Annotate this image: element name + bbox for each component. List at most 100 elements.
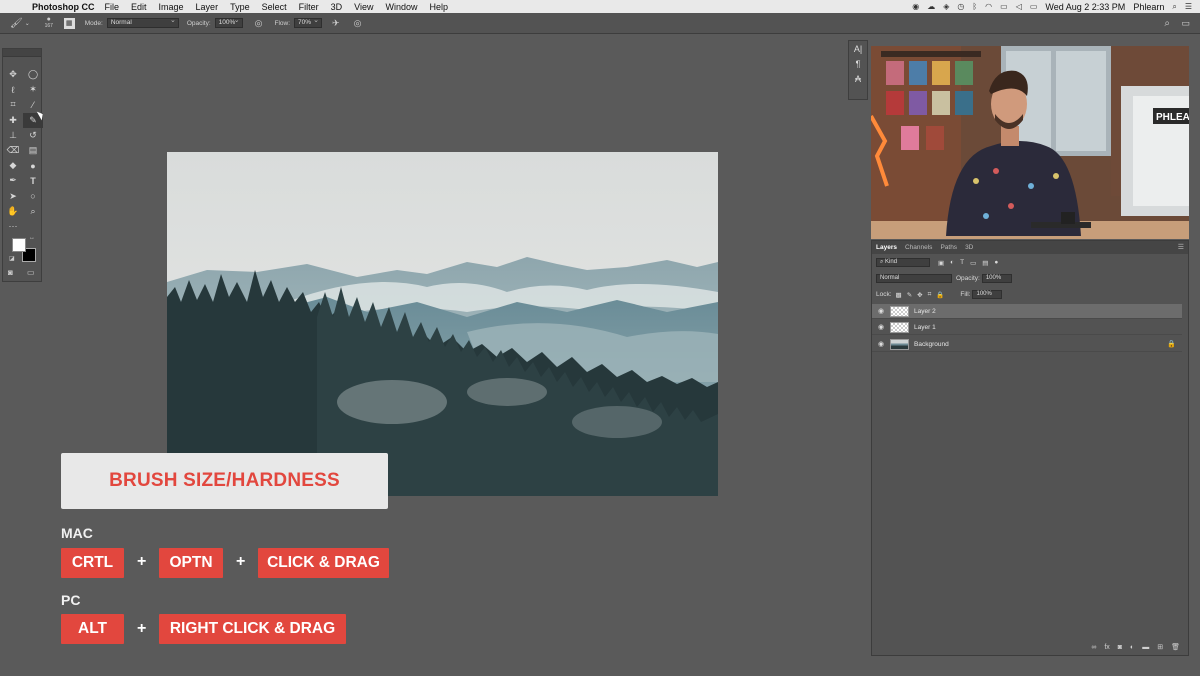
gradient-tool-icon[interactable]: ▤ [23, 143, 43, 158]
history-brush-tool-icon[interactable]: ↺ [23, 128, 43, 143]
move-tool-icon[interactable]: ✥ [3, 67, 23, 82]
tab-layers[interactable]: Layers [872, 244, 901, 251]
crop-tool-icon[interactable]: ⌗ [3, 97, 23, 112]
fill-field[interactable]: 100% [972, 290, 1003, 299]
tab-paths[interactable]: Paths [936, 244, 961, 251]
type-tool-icon[interactable]: T [23, 173, 43, 188]
menu-type[interactable]: Type [230, 2, 250, 12]
screen-mode-icon[interactable]: ▭ [27, 268, 35, 277]
menu-filter[interactable]: Filter [299, 2, 319, 12]
menu-file[interactable]: File [105, 2, 120, 12]
lock-image-icon[interactable]: ✎ [907, 291, 912, 299]
delete-layer-icon[interactable]: 🗑 [1171, 643, 1180, 651]
filter-pixel-icon[interactable]: ▣ [938, 259, 944, 267]
menu-help[interactable]: Help [429, 2, 448, 12]
layer-row-background[interactable]: ◉ Background 🔒 [872, 337, 1182, 352]
search-icon[interactable]: ⌕ [1164, 16, 1170, 30]
swap-colors-icon[interactable]: ↔ [29, 235, 35, 241]
adjustment-layer-icon[interactable]: ◐ [1130, 644, 1134, 651]
menu-3d[interactable]: 3D [331, 2, 343, 12]
pressure-opacity-icon[interactable]: ◎ [255, 16, 263, 30]
dropbox-icon[interactable]: ◈ [943, 2, 949, 11]
lock-artboard-icon[interactable]: ⌗ [928, 291, 932, 299]
layer-row-layer-2[interactable]: ◉ Layer 2 [872, 304, 1182, 319]
menu-view[interactable]: View [354, 2, 373, 12]
flow-field[interactable]: 70% [294, 17, 323, 28]
lock-all-icon[interactable]: 🔒 [936, 291, 944, 299]
visibility-eye-icon[interactable]: ◉ [872, 307, 890, 315]
volume-icon[interactable]: ◁ [1016, 2, 1022, 11]
foreground-color-swatch[interactable] [12, 238, 26, 252]
preset-dropdown-chevron-icon[interactable]: ⌄ [25, 20, 30, 27]
visibility-eye-icon[interactable]: ◉ [872, 323, 890, 331]
layer-row-layer-1[interactable]: ◉ Layer 1 [872, 320, 1182, 335]
zoom-tool-icon[interactable]: ⌕ [23, 204, 43, 219]
bluetooth-icon[interactable]: ᛒ [972, 2, 977, 11]
app-name-menu[interactable]: Photoshop CC [32, 2, 95, 12]
link-layers-icon[interactable]: ∞ [1091, 644, 1096, 651]
record-icon[interactable]: ◉ [912, 2, 919, 11]
panel-menu-icon[interactable]: ☰ [1178, 243, 1184, 251]
menu-window[interactable]: Window [385, 2, 417, 12]
glyphs-panel-icon[interactable]: ₳ [849, 71, 867, 86]
tab-3d[interactable]: 3D [961, 244, 977, 251]
visibility-eye-icon[interactable]: ◉ [872, 340, 890, 348]
tools-panel-grip[interactable] [3, 49, 41, 57]
menu-image[interactable]: Image [159, 2, 184, 12]
add-mask-icon[interactable]: ◙ [1118, 644, 1122, 651]
creative-cloud-icon[interactable]: ☁ [927, 2, 935, 11]
filter-toggle-icon[interactable]: ● [994, 259, 998, 266]
quick-mask-icon[interactable]: ◙ [8, 268, 13, 277]
filter-shape-icon[interactable]: ▭ [970, 259, 976, 267]
tab-channels[interactable]: Channels [901, 244, 936, 251]
new-group-icon[interactable]: ▬ [1142, 644, 1149, 651]
workspace-icon[interactable]: ▭ [1181, 16, 1190, 30]
brush-tool-preset-icon[interactable]: 🖌 [10, 16, 23, 30]
wifi-icon[interactable]: ◠ [985, 2, 992, 11]
blend-mode-dropdown[interactable]: Normal [876, 274, 952, 283]
layer-lock-icon[interactable]: 🔒 [1167, 340, 1176, 348]
magic-wand-tool-icon[interactable]: ✶ [23, 82, 43, 97]
layer-style-fx-icon[interactable]: fx [1104, 644, 1109, 651]
lock-transparent-icon[interactable]: ▩ [896, 291, 902, 299]
battery-icon[interactable]: ▭ [1030, 2, 1038, 11]
default-colors-icon[interactable]: ◪ [9, 255, 15, 262]
airplay-icon[interactable]: ▭ [1000, 2, 1008, 11]
path-selection-tool-icon[interactable]: ➤ [3, 189, 23, 204]
layer-opacity-field[interactable]: 100% [981, 274, 1012, 283]
pressure-size-icon[interactable]: ◎ [354, 16, 362, 30]
lasso-tool-icon[interactable]: ℓ [3, 82, 23, 97]
brush-size-picker[interactable]: ● 167 [42, 16, 56, 30]
filter-type-icon[interactable]: T [960, 259, 964, 266]
brush-panel-toggle-icon[interactable]: ▦ [63, 17, 75, 29]
menubar-datetime[interactable]: Wed Aug 2 2:33 PM [1045, 2, 1125, 12]
blur-tool-icon[interactable]: ◆ [3, 158, 23, 173]
menu-layer[interactable]: Layer [196, 2, 219, 12]
marquee-tool-icon[interactable]: ◯ [23, 67, 43, 82]
clone-stamp-tool-icon[interactable]: ⊥ [3, 128, 23, 143]
spotlight-search-icon[interactable]: ⌕ [1172, 2, 1176, 12]
edit-toolbar-icon[interactable]: ··· [3, 219, 23, 234]
airbrush-icon[interactable]: ✈ [332, 16, 340, 30]
mode-dropdown[interactable]: Normal [106, 17, 179, 28]
filter-smart-object-icon[interactable]: ▤ [982, 259, 988, 267]
menubar-user[interactable]: Phlearn [1133, 2, 1164, 12]
layer-kind-filter[interactable]: ⌕ Kind [876, 258, 930, 267]
lock-position-icon[interactable]: ✥ [917, 291, 922, 299]
pen-tool-icon[interactable]: ✒ [3, 173, 23, 188]
opacity-field[interactable]: 100% [214, 17, 243, 28]
menu-select[interactable]: Select [262, 2, 287, 12]
menu-edit[interactable]: Edit [131, 2, 147, 12]
timemachine-icon[interactable]: ◷ [957, 2, 964, 11]
ellipse-shape-tool-icon[interactable]: ○ [23, 189, 43, 204]
paragraph-panel-icon[interactable]: ¶ [849, 56, 867, 71]
notification-center-icon[interactable]: ☰ [1185, 2, 1192, 11]
dodge-tool-icon[interactable]: ● [23, 158, 43, 173]
healing-brush-tool-icon[interactable]: ✚ [3, 113, 23, 128]
new-layer-icon[interactable]: ⊞ [1157, 643, 1163, 651]
document-canvas[interactable] [167, 152, 718, 496]
eraser-tool-icon[interactable]: ⌫ [3, 143, 23, 158]
filter-adjustment-icon[interactable]: ◐ [950, 259, 954, 266]
character-panel-icon[interactable]: A| [849, 41, 867, 56]
hand-tool-icon[interactable]: ✋ [3, 204, 23, 219]
